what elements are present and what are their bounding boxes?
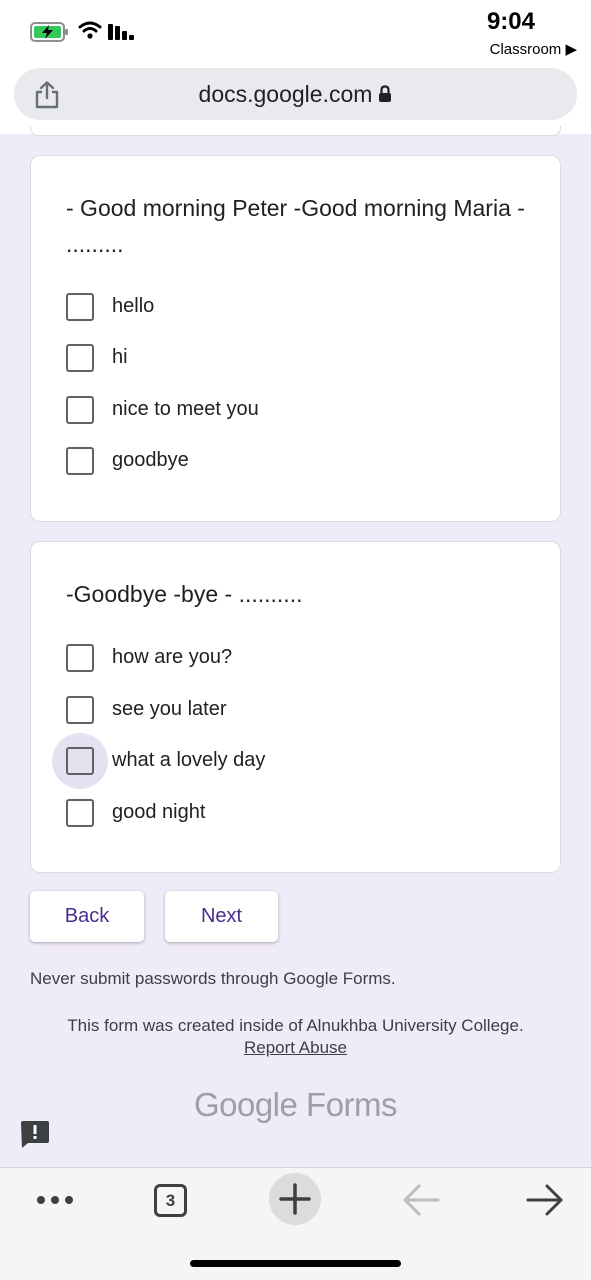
back-to-app-link[interactable]: Classroom ▶ — [490, 40, 577, 58]
status-bar: 9:04 Classroom ▶ — [0, 0, 591, 64]
option-what-a-lovely-day[interactable]: what a lovely day — [52, 733, 506, 789]
option-goodbye[interactable]: goodbye — [66, 441, 506, 481]
password-warning: Never submit passwords through Google Fo… — [30, 969, 396, 988]
battery-charging-icon — [30, 22, 68, 42]
report-abuse-link[interactable]: Report Abuse — [244, 1038, 347, 1057]
next-button[interactable]: Next — [165, 891, 278, 942]
checkbox[interactable] — [66, 696, 94, 724]
option-label: hi — [112, 346, 128, 368]
back-button[interactable]: Back — [30, 891, 144, 942]
option-nice-to-meet-you[interactable]: nice to meet you — [66, 390, 506, 430]
cellular-signal-icon — [108, 24, 134, 40]
home-indicator — [190, 1260, 401, 1267]
url-text: docs.google.com — [198, 81, 373, 107]
option-hi[interactable]: hi — [66, 338, 506, 378]
checkbox[interactable] — [66, 344, 94, 372]
forward-arrow-icon[interactable] — [526, 1183, 564, 1217]
report-abuse-row: Report Abuse — [0, 1038, 591, 1058]
checkbox[interactable] — [66, 747, 94, 775]
question-title: -Goodbye -bye - .......... — [66, 581, 303, 607]
checkbox[interactable] — [66, 644, 94, 672]
option-label: how are you? — [112, 646, 233, 668]
previous-question-card — [30, 126, 561, 136]
option-label: goodbye — [112, 449, 189, 471]
url-field[interactable]: docs.google.com — [14, 68, 577, 120]
form-creator-note: This form was created inside of Alnukhba… — [67, 1016, 524, 1035]
google-forms-logo[interactable]: Google Forms — [0, 1086, 591, 1124]
option-see-you-later[interactable]: see you later — [66, 690, 506, 730]
url-text-row: docs.google.com — [14, 81, 577, 108]
plus-icon — [279, 1183, 311, 1215]
option-label: what a lovely day — [112, 749, 266, 771]
option-how-are-you[interactable]: how are you? — [66, 638, 506, 678]
back-arrow-icon[interactable] — [402, 1183, 440, 1217]
browser-address-bar: docs.google.com — [0, 64, 591, 134]
option-label: good night — [112, 801, 206, 823]
clock: 9:04 — [486, 8, 535, 35]
question-title: - Good morning Peter -Good morning Maria… — [66, 195, 525, 257]
checkbox[interactable] — [66, 447, 94, 475]
checkbox[interactable] — [66, 396, 94, 424]
more-icon[interactable] — [36, 1194, 76, 1206]
option-good-night[interactable]: good night — [66, 793, 506, 833]
option-label: see you later — [112, 698, 227, 720]
checkbox[interactable] — [66, 293, 94, 321]
feedback-icon[interactable] — [20, 1119, 50, 1149]
checkbox[interactable] — [66, 799, 94, 827]
option-hello[interactable]: hello — [66, 287, 506, 327]
question-card-2: -Goodbye -bye - .......... how are you? … — [30, 541, 561, 873]
question-card-1: - Good morning Peter -Good morning Maria… — [30, 155, 561, 522]
option-label: nice to meet you — [112, 398, 259, 420]
lock-icon — [379, 85, 392, 102]
new-tab-plus-icon[interactable] — [269, 1173, 321, 1225]
tabs-icon[interactable]: 3 — [154, 1184, 187, 1217]
option-label: hello — [112, 295, 155, 317]
wifi-icon — [78, 21, 102, 39]
